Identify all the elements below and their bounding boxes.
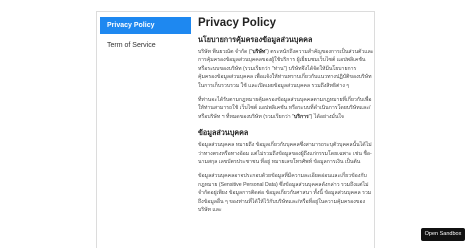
- section-heading-personal-data: ข้อมูลส่วนบุคคล: [198, 128, 249, 138]
- sidebar-item-privacy-policy[interactable]: Privacy Policy: [100, 17, 191, 34]
- paragraph-sensitive-data: ข้อมูลส่วนบุคคลอาจประกอบด้วยข้อมูลที่มีค…: [198, 173, 372, 214]
- policy-frame: Privacy Policy Term of Service Privacy P…: [96, 11, 375, 248]
- policy-content: Privacy Policy นโยบายการคุ้มครองข้อมูลส่…: [198, 16, 374, 221]
- sidebar-nav: Privacy Policy Term of Service: [100, 17, 191, 54]
- page-title: Privacy Policy: [198, 17, 276, 29]
- paragraph-rights: ที่ท่านจะได้รับตามกฎหมายคุ้มครองข้อมูลส่…: [198, 97, 372, 120]
- sidebar-item-terms-of-service[interactable]: Term of Service: [100, 37, 191, 54]
- section-heading-privacy: นโยบายการคุ้มครองข้อมูลส่วนบุคคล: [198, 35, 313, 44]
- paragraph-definition: ข้อมูลส่วนบุคคล หมายถึง ข้อมูลเกี่ยวกับบ…: [198, 142, 372, 166]
- open-sandbox-button[interactable]: Open Sandbox: [421, 228, 465, 241]
- paragraph-intro: บริษัท พีนยวณัต จำกัด ("บริษัท") ตระหนัก…: [198, 49, 374, 89]
